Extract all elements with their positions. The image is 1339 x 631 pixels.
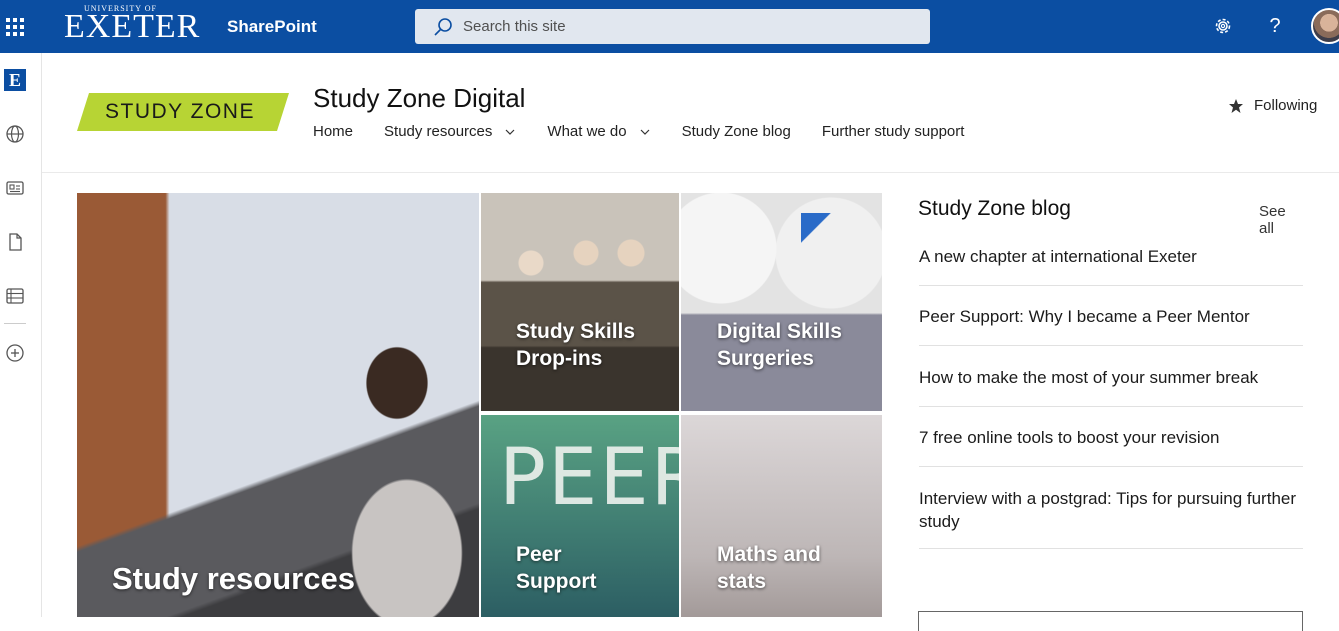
- hero-tile-study-skills[interactable]: Study Skills Drop-ins: [481, 193, 679, 411]
- site-logo-rail-button[interactable]: E: [4, 69, 26, 91]
- news-item[interactable]: Peer Support: Why I became a Peer Mentor: [919, 305, 1303, 346]
- news-title: Study Zone blog: [918, 197, 1071, 220]
- add-circle-icon: [6, 344, 24, 362]
- site-header: STUDY ZONE Study Zone Digital Home Study…: [42, 53, 1339, 173]
- search-input[interactable]: [463, 18, 903, 35]
- hero-tile-peer-support[interactable]: PEER Peer Support: [481, 415, 679, 617]
- waffle-icon: [6, 17, 24, 36]
- news-button[interactable]: [3, 176, 27, 200]
- site-title[interactable]: Study Zone Digital: [313, 83, 525, 114]
- search-box[interactable]: [415, 9, 930, 44]
- hero-tile-label: Digital Skills Surgeries: [717, 320, 842, 371]
- chevron-down-icon: [505, 129, 515, 135]
- peer-watermark: PEER: [499, 433, 679, 523]
- hero-tile-study-resources[interactable]: Study resources: [77, 193, 479, 617]
- globe-icon: [6, 125, 24, 143]
- university-logo[interactable]: UNIVERSITY OF EXETER: [60, 4, 199, 50]
- nav-what-we-do[interactable]: What we do: [547, 123, 650, 140]
- star-icon: [1229, 98, 1243, 113]
- webpart-placeholder: [918, 611, 1303, 631]
- create-button[interactable]: [3, 341, 27, 365]
- list-icon: [6, 288, 24, 304]
- news-item[interactable]: How to make the most of your summer brea…: [919, 366, 1303, 407]
- hero-tile-digital-skills[interactable]: Digital Skills Surgeries: [681, 193, 882, 411]
- settings-button[interactable]: [1211, 14, 1235, 38]
- files-button[interactable]: [3, 230, 27, 254]
- help-button[interactable]: ?: [1263, 14, 1287, 38]
- search-icon: [434, 17, 452, 36]
- app-launcher-button[interactable]: [0, 0, 30, 53]
- news-item[interactable]: 7 free online tools to boost your revisi…: [919, 426, 1303, 467]
- left-rail: E: [0, 53, 42, 617]
- nav-home[interactable]: Home: [313, 123, 353, 140]
- hero-tile-label: Study Skills Drop-ins: [516, 320, 636, 371]
- site-logo[interactable]: STUDY ZONE: [77, 93, 289, 131]
- nav-further-study-support[interactable]: Further study support: [822, 123, 965, 140]
- hero-tile-maths-stats[interactable]: Maths and stats: [681, 415, 882, 617]
- hero-tile-label: Peer Support: [516, 543, 597, 594]
- rail-divider: [4, 323, 26, 324]
- document-icon: [9, 233, 22, 251]
- globe-button[interactable]: [3, 122, 27, 146]
- site-navigation: Home Study resources What we do Study Zo…: [313, 123, 995, 140]
- nav-study-resources[interactable]: Study resources: [384, 123, 516, 140]
- hero-tile-label: Maths and stats: [717, 543, 821, 594]
- news-icon: [6, 181, 24, 195]
- question-icon: ?: [1269, 14, 1281, 37]
- suite-bar: UNIVERSITY OF EXETER SharePoint ?: [0, 0, 1339, 53]
- hero-tile-label: Study resources: [112, 561, 355, 596]
- lists-button[interactable]: [3, 284, 27, 308]
- avatar[interactable]: [1311, 8, 1339, 44]
- see-all-link[interactable]: See all: [1259, 203, 1304, 237]
- chevron-down-icon: [640, 129, 650, 135]
- news-item[interactable]: Interview with a postgrad: Tips for purs…: [919, 487, 1303, 549]
- gear-icon: [1215, 18, 1231, 34]
- news-item[interactable]: A new chapter at international Exeter: [919, 245, 1303, 286]
- sharepoint-title[interactable]: SharePoint: [227, 17, 317, 37]
- follow-button[interactable]: Following: [1228, 97, 1317, 114]
- nav-study-zone-blog[interactable]: Study Zone blog: [682, 123, 791, 140]
